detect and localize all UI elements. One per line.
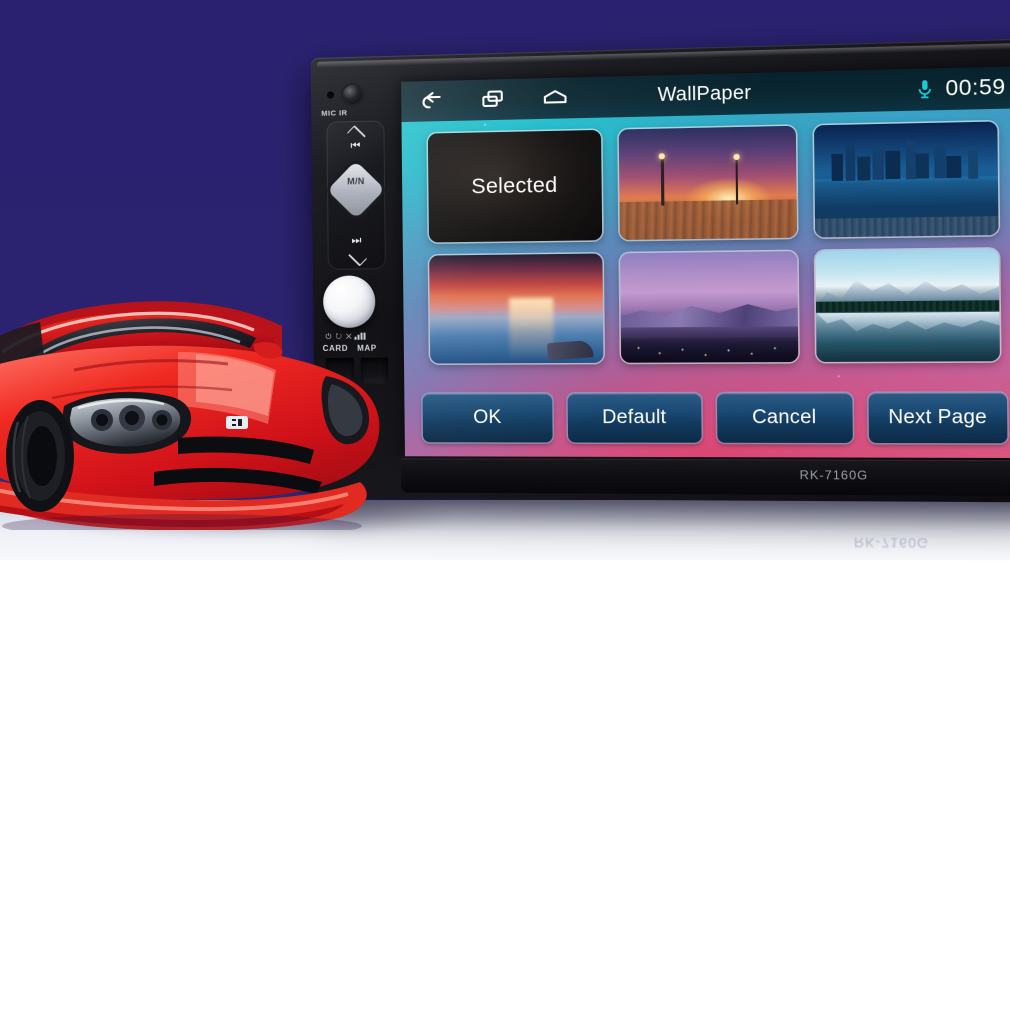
next-track-icon[interactable]: ⏭ — [351, 234, 361, 246]
lake-reflection — [816, 311, 1000, 362]
wallpaper-tile-purple-mountain[interactable] — [619, 250, 799, 363]
microphone-hole-icon — [326, 91, 335, 99]
mode-button-label: M/N — [347, 176, 365, 187]
purple-city-lights — [620, 337, 799, 363]
purple-mountain-ridge — [620, 297, 798, 327]
touchscreen-display[interactable]: WallPaper 00:59 Selected OK Default Canc… — [401, 66, 1010, 459]
cancel-button[interactable]: Cancel — [716, 393, 853, 443]
wallpaper-grid: Selected — [427, 121, 1000, 364]
default-button[interactable]: Default — [567, 393, 702, 443]
wallpaper-tile-city-skyline[interactable] — [814, 121, 999, 237]
wallpaper-tile-selected[interactable]: Selected — [427, 129, 602, 242]
microphone-icon[interactable] — [917, 79, 932, 100]
android-nav-icons — [413, 88, 568, 112]
pier-post — [660, 155, 665, 206]
next-page-button[interactable]: Next Page — [868, 392, 1008, 444]
city-buildings — [825, 139, 991, 181]
model-number-label: RK-7160G — [799, 467, 869, 483]
spec-comparison-section: 800 x 400 480 x 234 16 : 9 4 : 3 screen … — [0, 548, 1010, 1010]
mic-ir-label: MIC IR — [321, 108, 348, 118]
recents-icon[interactable] — [480, 89, 507, 110]
previous-track-icon[interactable]: ⏮ — [351, 140, 361, 152]
clock: 00:59 — [945, 75, 1006, 101]
ir-sensor-icon — [342, 84, 363, 105]
pier-post — [735, 155, 739, 205]
mode-button[interactable] — [327, 160, 386, 219]
home-icon[interactable] — [542, 88, 569, 109]
back-icon[interactable] — [419, 91, 446, 112]
unit-front-lip — [400, 458, 1010, 496]
red-sports-car-image — [0, 248, 462, 530]
chevron-up-icon[interactable] — [343, 129, 367, 139]
page-root: MIC IR ⏮ M/N ⏭ ⏻ ↻ ✕ CARD MAP WallPaper … — [0, 0, 1010, 1010]
ocean-rock — [546, 339, 594, 361]
wallpaper-tile-snow-mountain[interactable] — [815, 248, 1000, 362]
status-bar-right: 00:59 — [917, 75, 1008, 102]
city-dock — [815, 216, 999, 237]
screen-button-row: OK Default Cancel Next Page — [422, 392, 1008, 444]
tree-line — [816, 300, 1000, 312]
wallpaper-selected-label: Selected — [471, 173, 558, 199]
pier-lamp — [733, 154, 741, 161]
wallpaper-tile-pier-sunset[interactable] — [618, 125, 798, 240]
pier-lamp — [659, 153, 666, 160]
pier-deck — [619, 199, 798, 240]
